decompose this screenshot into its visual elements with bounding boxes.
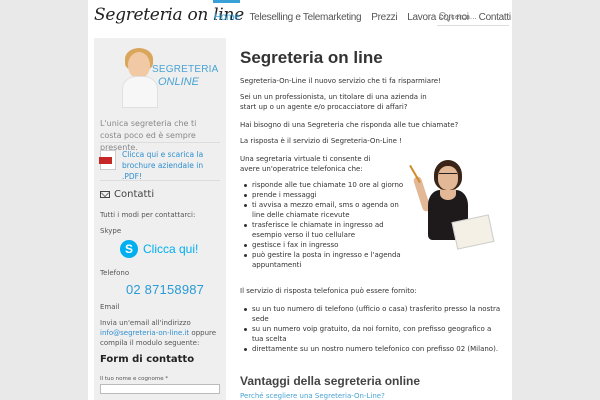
segreteria-online-logo: SEGRETERIA ONLINE <box>122 48 218 110</box>
email-text-pre: Invia un'email all'indirizzo <box>100 319 191 327</box>
nav-teleselling[interactable]: Teleselling e Telemarketing <box>244 0 366 38</box>
service-paragraph: Il servizio di risposta telefonica può e… <box>240 287 417 295</box>
contact-heading: Contatti <box>100 186 220 202</box>
photo-face <box>438 166 458 190</box>
phone-number[interactable]: 02 87158987 <box>126 282 204 297</box>
list-item: su un tuo numero di telefono (ufficio o … <box>240 304 502 324</box>
divider <box>100 142 220 143</box>
divider <box>100 180 220 181</box>
logo-woman-body <box>122 76 158 108</box>
skype-button[interactable]: S Clicca qui! <box>120 240 198 258</box>
list-item: prende i messaggi <box>240 190 408 200</box>
page-title: Segreteria on line <box>240 48 383 67</box>
why-choose-link[interactable]: Perché scegliere una Segreteria-On-Line? <box>240 392 385 400</box>
brochure-pdf-link[interactable]: Clicca qui e scarica la brochure azienda… <box>122 149 222 182</box>
list-item: direttamente su un nostro numero telefon… <box>240 344 502 354</box>
search-input[interactable] <box>451 11 507 23</box>
answer-paragraph: La risposta è il servizio di Segreteria-… <box>240 137 403 145</box>
envelope-icon <box>100 190 110 198</box>
list-item: trasferisce le chiamate in ingresso ad e… <box>240 220 408 240</box>
service-options-list: su un tuo numero di telefono (ufficio o … <box>240 304 502 354</box>
email-label: Email <box>100 303 120 311</box>
name-field-label: Il tuo nome e cognome * <box>100 376 169 382</box>
skype-button-label[interactable]: Clicca qui! <box>143 242 198 256</box>
name-input[interactable] <box>100 384 220 394</box>
page: Segreteria on line Home Teleselling e Te… <box>88 0 512 400</box>
pdf-icon[interactable] <box>99 150 116 170</box>
list-item: gestisce i fax in ingresso <box>240 240 408 250</box>
site-header: Segreteria on line Home Teleselling e Te… <box>88 0 512 38</box>
question-paragraph: Sei un un professionista, un titolare di… <box>240 93 427 111</box>
need-paragraph: Hai bisogno di una Segreteria che rispon… <box>240 121 459 129</box>
search-box <box>437 10 509 26</box>
search-icon[interactable] <box>439 12 446 19</box>
list-item: risponde alle tue chiamate 10 ore al gio… <box>240 180 408 190</box>
skype-icon[interactable]: S <box>120 240 138 258</box>
form-title: Form di contatto <box>100 354 195 365</box>
contact-title: Contatti <box>114 188 155 200</box>
email-link[interactable]: info@segreteria-on-line.it <box>100 329 189 337</box>
intro-paragraph: Segreteria-On-Line il nuovo servizio che… <box>240 77 441 85</box>
logo-woman-face <box>128 52 150 78</box>
contact-widget: Contatti Tutti i modi per contattarci: S… <box>100 186 220 400</box>
logo-text-online: ONLINE <box>158 76 199 88</box>
list-item: può gestire la posta in ingresso e l'age… <box>240 250 408 270</box>
list-item: su un numero voip gratuito, da noi forni… <box>240 324 502 344</box>
brochure-block: Clicca qui e scarica la brochure azienda… <box>99 148 220 181</box>
nav-home[interactable]: Home <box>209 0 244 38</box>
advantages-heading: Vantaggi della segreteria online <box>240 374 421 388</box>
skype-label: Skype <box>100 227 122 235</box>
secretary-photo <box>408 156 495 252</box>
list-item: ti avvisa a mezzo email, sms o agenda on… <box>240 200 408 220</box>
features-list: risponde alle tue chiamate 10 ore al gio… <box>240 180 408 270</box>
nav-prezzi[interactable]: Prezzi <box>366 0 402 38</box>
contact-intro: Tutti i modi per contattarci: <box>100 211 196 219</box>
photo-glasses <box>439 173 457 177</box>
sidebar: SEGRETERIA ONLINE L'unica segreteria che… <box>94 38 226 400</box>
logo-text-segreteria: SEGRETERIA <box>152 64 219 75</box>
virtual-secretary-paragraph: Una segretaria virtuale ti consente di a… <box>240 155 371 173</box>
phone-label: Telefono <box>100 269 130 277</box>
email-instructions: Invia un'email all'indirizzo info@segret… <box>100 318 220 348</box>
main-content: Segreteria on line Segreteria-On-Line il… <box>238 38 508 400</box>
